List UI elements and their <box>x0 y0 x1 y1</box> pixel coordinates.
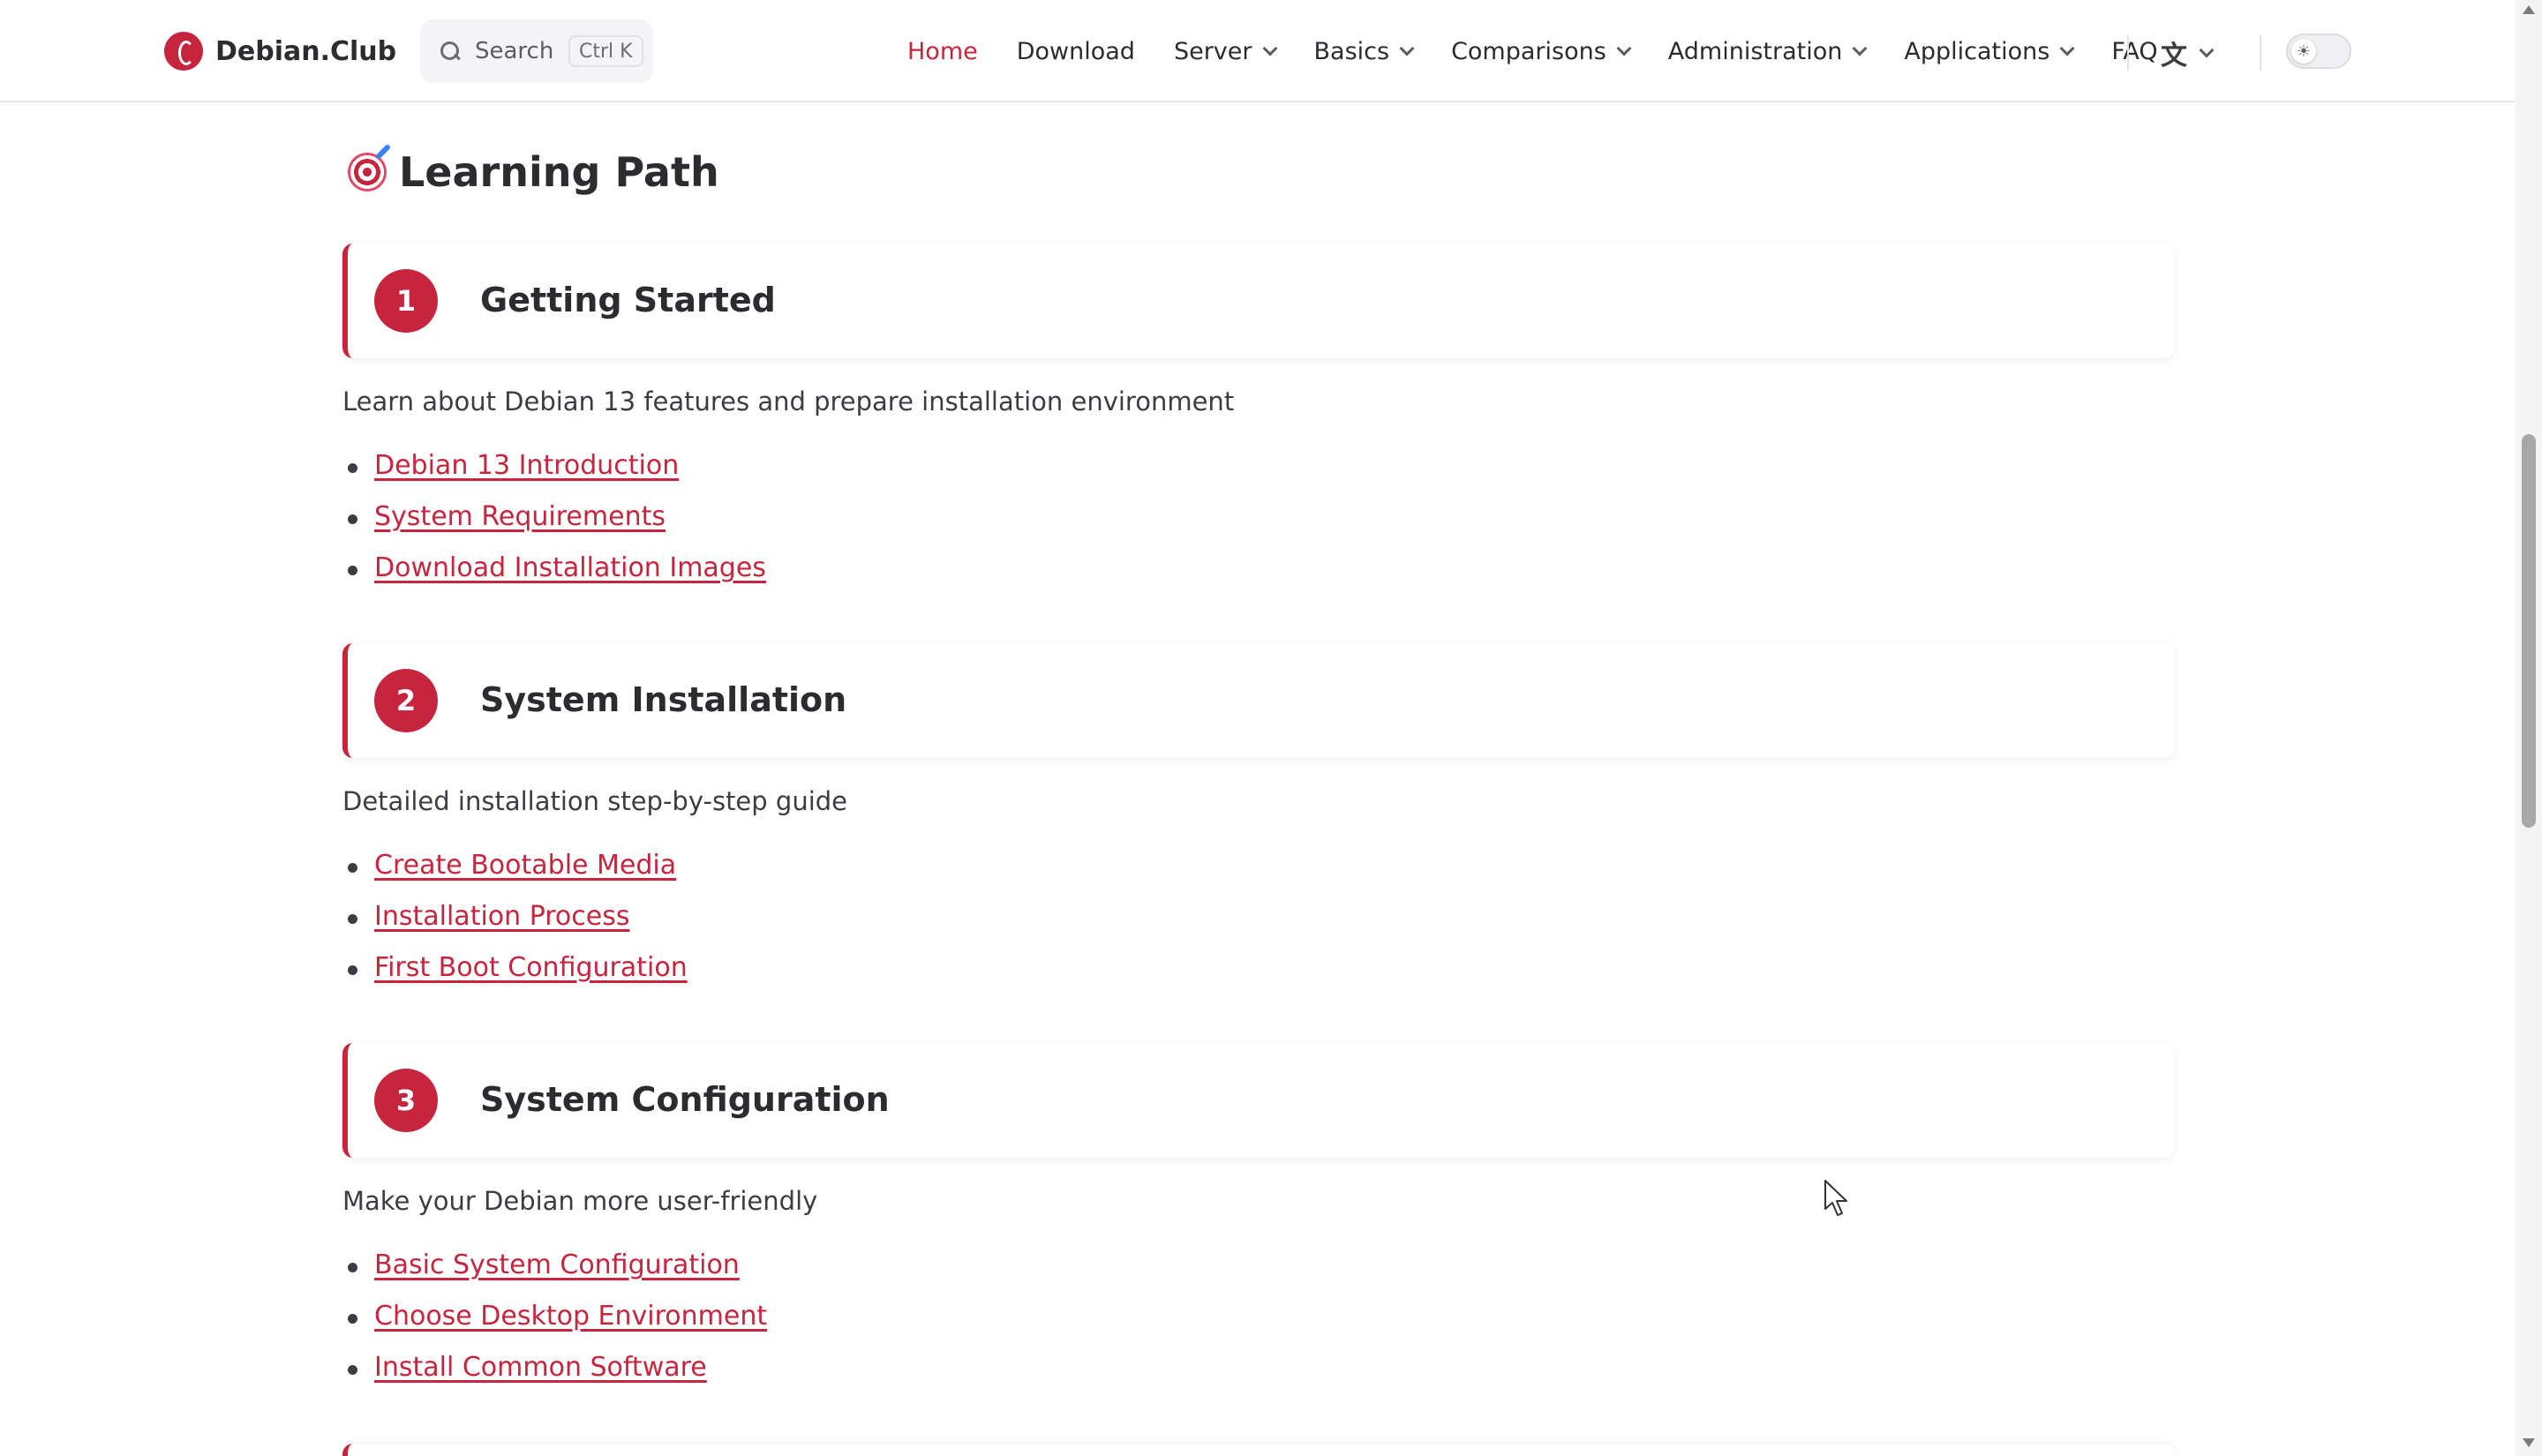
main-nav: Home Download Server Basics Comparisons … <box>907 0 2197 102</box>
chevron-down-icon <box>1399 41 1415 56</box>
link-download-installation-images[interactable]: Download Installation Images <box>374 552 766 583</box>
step-link-list: Basic System Configuration Choose Deskto… <box>342 1250 767 1403</box>
list-item: Basic System Configuration <box>342 1250 767 1301</box>
nav-item-server[interactable]: Server <box>1173 37 1277 65</box>
list-item: System Requirements <box>342 501 766 552</box>
nav-item-label: Administration <box>1667 37 1843 65</box>
step-title: System Installation <box>480 680 847 719</box>
step-link-list: Debian 13 Introduction System Requiremen… <box>342 450 766 604</box>
list-item: First Boot Configuration <box>342 952 688 1003</box>
list-item: Download Installation Images <box>342 552 766 604</box>
top-navbar: Debian.Club Search Ctrl K Home Download … <box>0 0 2516 102</box>
link-basic-system-configuration[interactable]: Basic System Configuration <box>374 1250 740 1280</box>
nav-item-administration[interactable]: Administration <box>1667 37 1868 65</box>
section-title: Learning Path <box>399 148 719 196</box>
debian-logo-icon <box>164 32 203 71</box>
sun-icon: ☀ <box>2291 39 2316 64</box>
step-card: 1 Getting Started <box>342 244 2175 358</box>
list-item: Install Common Software <box>342 1352 767 1403</box>
link-first-boot-configuration[interactable]: First Boot Configuration <box>374 952 688 983</box>
nav-divider <box>2127 35 2129 71</box>
list-item: Choose Desktop Environment <box>342 1301 767 1352</box>
scrollbar-thumb[interactable] <box>2522 434 2536 828</box>
link-create-bootable-media[interactable]: Create Bootable Media <box>374 850 676 881</box>
link-install-common-software[interactable]: Install Common Software <box>374 1352 707 1383</box>
link-installation-process[interactable]: Installation Process <box>374 901 630 932</box>
step-number-badge: 1 <box>374 269 438 333</box>
search-button[interactable]: Search Ctrl K <box>420 19 653 83</box>
search-icon <box>440 41 461 62</box>
mouse-cursor-icon <box>1824 1180 1847 1216</box>
brand-link[interactable]: Debian.Club <box>164 32 396 71</box>
step-card: 2 System Installation <box>342 643 2175 758</box>
chevron-down-icon <box>1616 41 1632 56</box>
step-title: System Configuration <box>480 1080 890 1119</box>
chevron-down-icon <box>2059 41 2075 56</box>
scroll-up-arrow-icon[interactable] <box>2523 5 2535 14</box>
nav-item-label: Download <box>1016 37 1135 65</box>
translate-icon: 文 <box>2161 41 2187 71</box>
nav-item-label: Home <box>907 37 978 65</box>
nav-item-label: Comparisons <box>1451 37 1606 65</box>
nav-item-download[interactable]: Download <box>1017 38 1135 65</box>
page-scrollbar[interactable] <box>2516 0 2542 1456</box>
search-shortcut: Ctrl K <box>568 35 643 67</box>
section-heading: Learning Path <box>348 148 719 196</box>
nav-item-applications[interactable]: Applications <box>1904 37 2075 65</box>
step-card: 3 System Configuration <box>342 1043 2175 1158</box>
nav-item-comparisons[interactable]: Comparisons <box>1451 37 1632 65</box>
step-description: Make your Debian more user-friendly <box>342 1186 818 1216</box>
step-description: Learn about Debian 13 features and prepa… <box>342 387 1235 417</box>
nav-item-label: FAQ <box>2111 37 2158 65</box>
link-choose-desktop-environment[interactable]: Choose Desktop Environment <box>374 1301 767 1332</box>
theme-toggle[interactable]: ☀ <box>2286 34 2351 69</box>
nav-item-faq[interactable]: FAQ <box>2111 38 2157 65</box>
nav-divider <box>2260 35 2261 71</box>
chevron-down-icon <box>1262 41 1277 56</box>
nav-item-home[interactable]: Home <box>907 38 978 65</box>
scroll-down-arrow-icon[interactable] <box>2523 1438 2535 1447</box>
nav-item-label: Applications <box>1904 37 2050 65</box>
target-icon <box>348 153 387 191</box>
nav-item-label: Server <box>1173 37 1252 65</box>
list-item: Create Bootable Media <box>342 850 688 901</box>
next-step-card-peek <box>342 1444 2175 1456</box>
chevron-down-icon <box>1852 41 1868 56</box>
list-item: Debian 13 Introduction <box>342 450 766 501</box>
nav-item-label: Basics <box>1313 37 1390 65</box>
step-description: Detailed installation step-by-step guide <box>342 786 847 816</box>
step-link-list: Create Bootable Media Installation Proce… <box>342 850 688 1003</box>
search-label: Search <box>475 38 554 64</box>
list-item: Installation Process <box>342 901 688 952</box>
chevron-down-icon <box>2199 42 2215 58</box>
language-switcher[interactable]: 文 <box>2161 34 2215 72</box>
nav-item-basics[interactable]: Basics <box>1313 37 1415 65</box>
step-title: Getting Started <box>480 281 776 319</box>
link-debian-13-introduction[interactable]: Debian 13 Introduction <box>374 450 679 481</box>
step-number-badge: 3 <box>374 1069 438 1132</box>
link-system-requirements[interactable]: System Requirements <box>374 501 666 532</box>
brand-name: Debian.Club <box>215 35 397 67</box>
step-number-badge: 2 <box>374 669 438 732</box>
